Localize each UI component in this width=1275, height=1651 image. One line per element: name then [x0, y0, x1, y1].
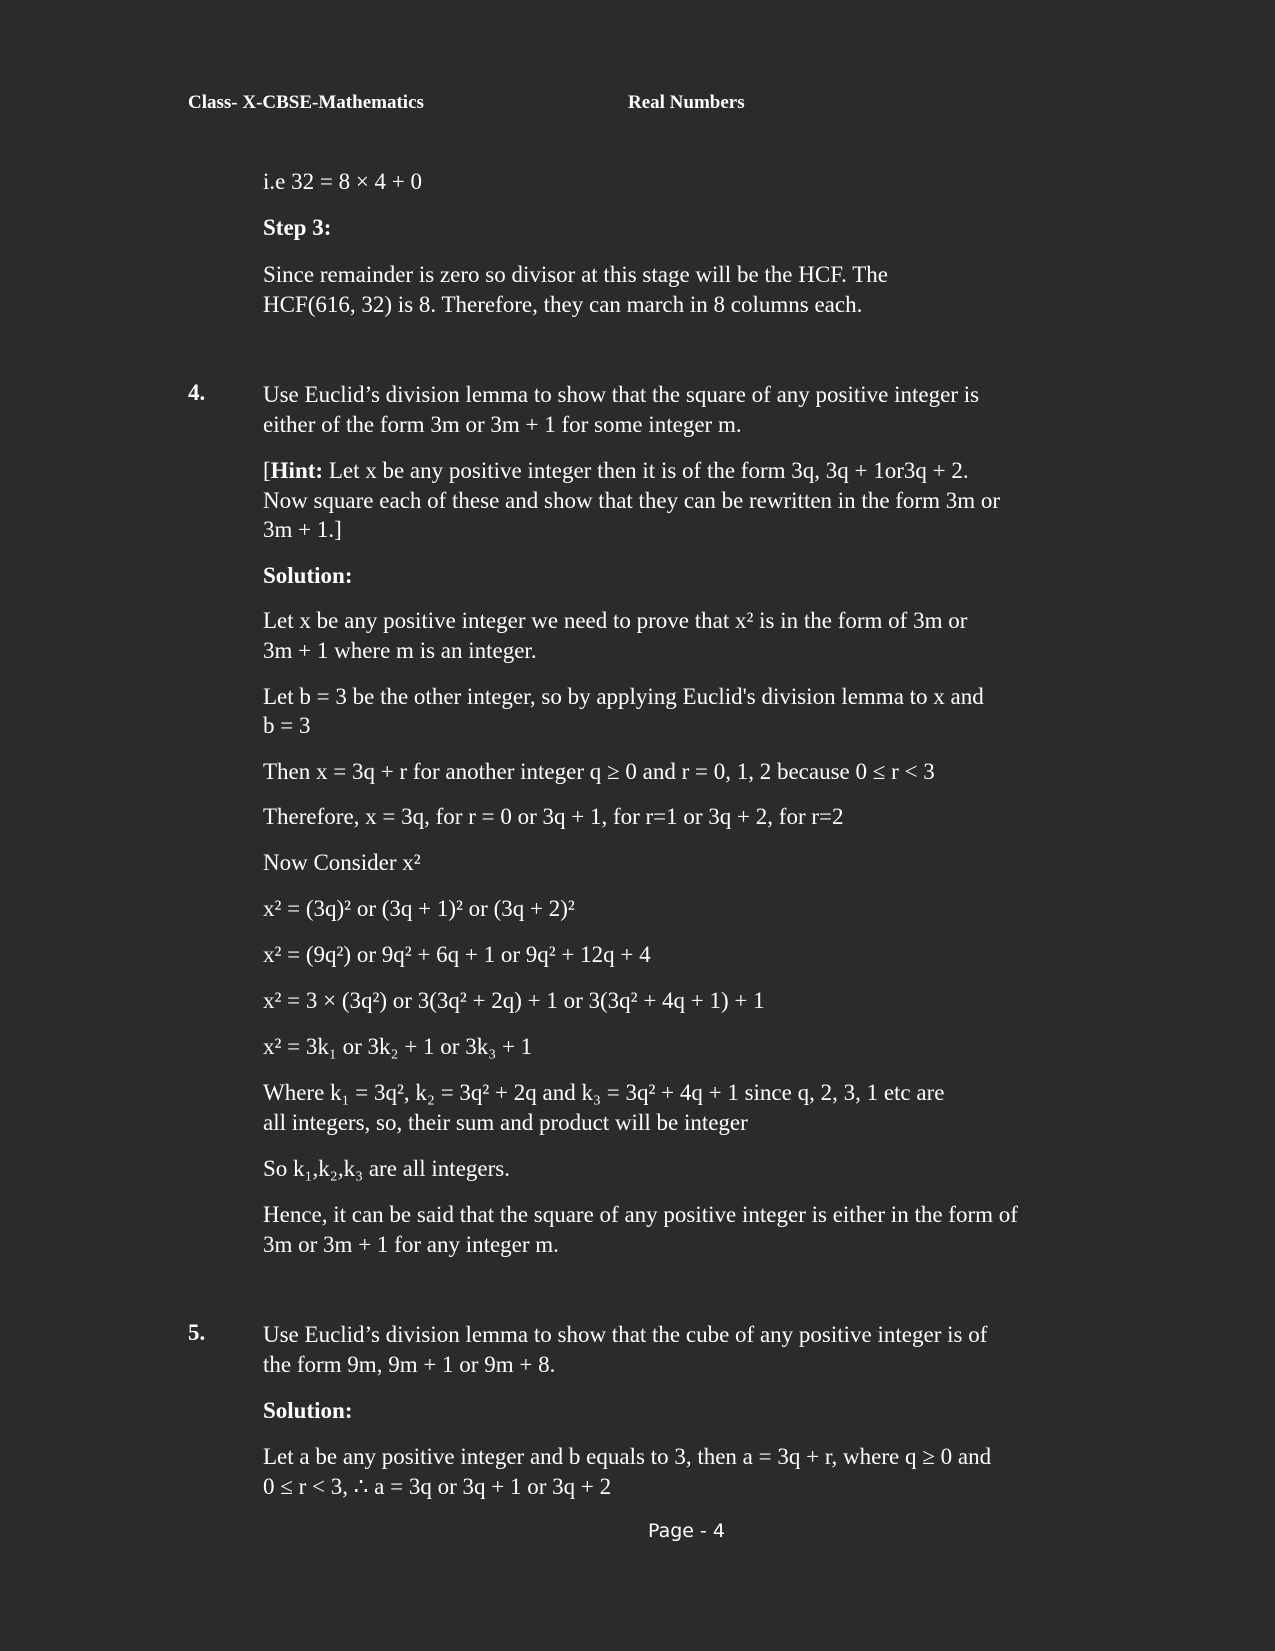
- solution-line: all integers, so, their sum and product …: [263, 1110, 748, 1135]
- solution-line: 3m + 1 where m is an integer.: [263, 638, 537, 663]
- solution-line: Let x be any positive integer we need to…: [263, 608, 968, 633]
- solution-line: 0 ≤ r < 3, ∴ a = 3q or 3q + 1 or 3q + 2: [263, 1474, 612, 1499]
- page-number: Page - 4: [648, 1520, 726, 1542]
- hint-text: Let x be any positive integer then it is…: [328, 458, 969, 483]
- solution-line: Let a be any positive integer and b equa…: [263, 1444, 992, 1469]
- solution-heading: Solution:: [263, 563, 353, 588]
- solution-line: Then x = 3q + r for another integer q ≥ …: [263, 759, 935, 784]
- question-text: the form 9m, 9m + 1 or 9m + 8.: [263, 1352, 556, 1377]
- hint-label: Hint:: [270, 458, 324, 483]
- hint-line: Now square each of these and show that t…: [263, 488, 1001, 513]
- solution-line: Therefore, x = 3q, for r = 0 or 3q + 1, …: [263, 804, 844, 829]
- solution-line: Where k₁ = 3q², k₂ = 3q² + 2q and k₃ = 3…: [263, 1080, 945, 1105]
- header-chapter-title: Real Numbers: [628, 92, 745, 113]
- hint-line: 3m + 1.]: [263, 517, 342, 542]
- header-class-title: Class- X-CBSE-Mathematics: [188, 92, 424, 113]
- question-text: either of the form 3m or 3m + 1 for some…: [263, 412, 742, 437]
- equation-line: x² = (9q²) or 9q² + 6q + 1 or 9q² + 12q …: [263, 942, 651, 967]
- solution-line: b = 3: [263, 713, 311, 738]
- solution-line: So k₁,k₂,k₃ are all integers.: [263, 1156, 510, 1181]
- paragraph-line: HCF(616, 32) is 8. Therefore, they can m…: [263, 292, 863, 317]
- equation-line: x² = (3q)² or (3q + 1)² or (3q + 2)²: [263, 896, 575, 921]
- solution-line: 3m or 3m + 1 for any integer m.: [263, 1232, 559, 1257]
- equation-line: i.e 32 = 8 × 4 + 0: [263, 169, 423, 194]
- solution-line: Let b = 3 be the other integer, so by ap…: [263, 684, 984, 709]
- solution-line: Now Consider x²: [263, 850, 421, 875]
- equation-line: x² = 3k₁ or 3k₂ + 1 or 3k₃ + 1: [263, 1034, 533, 1059]
- question-number: 5.: [188, 1320, 206, 1345]
- question-text: Use Euclid’s division lemma to show that…: [263, 382, 980, 407]
- solution-line: Hence, it can be said that the square of…: [263, 1202, 1018, 1227]
- question-text: Use Euclid’s division lemma to show that…: [263, 1322, 988, 1347]
- question-number: 4.: [188, 380, 206, 405]
- equation-line: x² = 3 × (3q²) or 3(3q² + 2q) + 1 or 3(3…: [263, 988, 765, 1013]
- hint-line: [Hint: Let x be any positive integer the…: [263, 458, 969, 483]
- step-heading: Step 3:: [263, 215, 332, 240]
- solution-heading: Solution:: [263, 1398, 353, 1423]
- paragraph-line: Since remainder is zero so divisor at th…: [263, 262, 888, 287]
